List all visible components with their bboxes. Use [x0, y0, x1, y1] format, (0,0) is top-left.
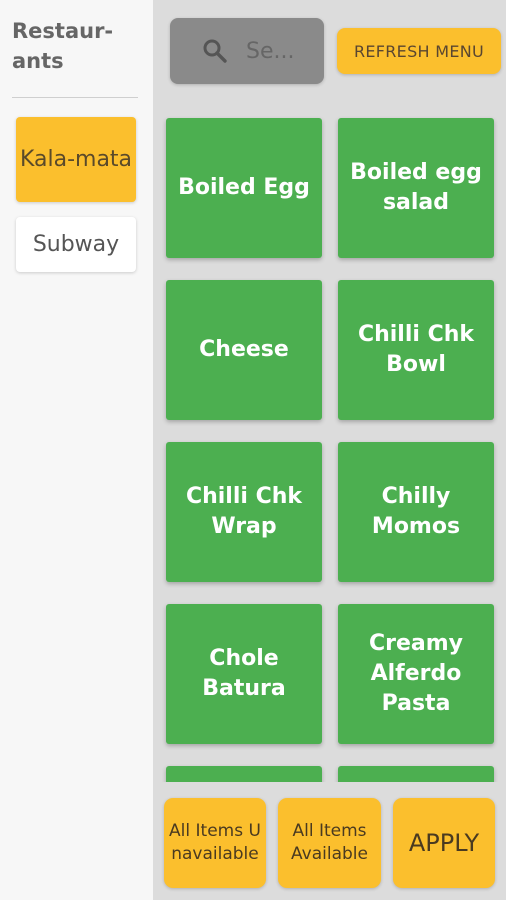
- menu-item-card[interactable]: [166, 766, 322, 782]
- restaurant-button-subway[interactable]: Subway: [16, 217, 136, 272]
- restaurant-sidebar: Restaur-ants Kala-mata Subway: [0, 0, 153, 900]
- menu-item-card[interactable]: Creamy Alferdo Pasta: [338, 604, 494, 744]
- restaurant-button-kalamata[interactable]: Kala-mata: [16, 117, 136, 202]
- menu-item-card[interactable]: Chilli Chk Wrap: [166, 442, 322, 582]
- menu-item-card[interactable]: Chilly Momos: [338, 442, 494, 582]
- all-items-available-button[interactable]: All Items Available: [278, 798, 381, 888]
- all-items-unavailable-button[interactable]: All Items Unavailable: [164, 798, 266, 888]
- menu-item-card[interactable]: Boiled egg salad: [338, 118, 494, 258]
- sidebar-divider: [12, 97, 138, 98]
- search-input[interactable]: [246, 38, 308, 64]
- menu-grid: Boiled Egg Boiled egg salad Cheese Chill…: [153, 100, 506, 782]
- search-box[interactable]: [170, 18, 324, 84]
- refresh-menu-button[interactable]: REFRESH MENU: [337, 28, 501, 74]
- menu-item-card[interactable]: Chole Batura: [166, 604, 322, 744]
- search-icon: [203, 39, 227, 63]
- menu-item-card[interactable]: Boiled Egg: [166, 118, 322, 258]
- menu-item-card[interactable]: [338, 766, 494, 782]
- sidebar-title: Restaur-ants: [12, 19, 114, 73]
- menu-item-card[interactable]: Chilli Chk Bowl: [338, 280, 494, 420]
- menu-item-card[interactable]: Cheese: [166, 280, 322, 420]
- apply-button[interactable]: APPLY: [393, 798, 495, 888]
